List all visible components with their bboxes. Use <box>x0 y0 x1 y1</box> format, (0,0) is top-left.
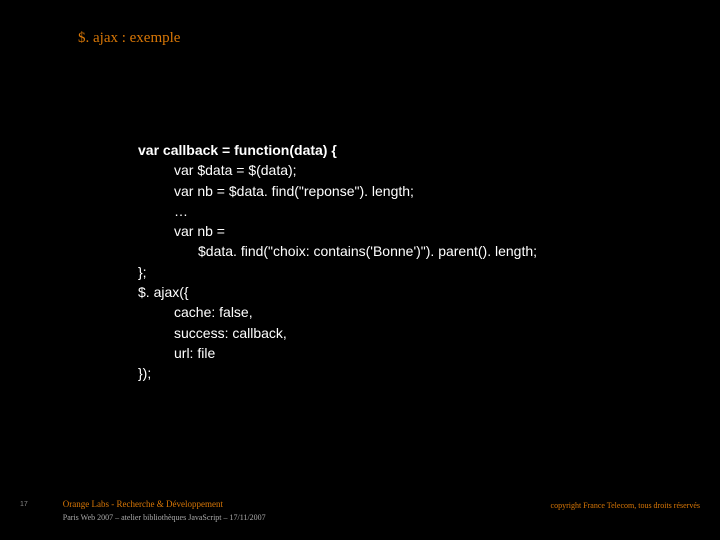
footer-left: 17 Orange Labs - Recherche & Développeme… <box>20 499 266 522</box>
code-line: cache: false, <box>138 302 537 322</box>
footer-copyright: copyright France Telecom, tous droits ré… <box>551 501 700 510</box>
code-block: var callback = function(data) { var $dat… <box>138 140 537 384</box>
footer: 17 Orange Labs - Recherche & Développeme… <box>0 499 720 522</box>
code-line: var nb = <box>138 221 537 241</box>
code-line: success: callback, <box>138 323 537 343</box>
code-line: $data. find("choix: contains('Bonne')").… <box>138 241 537 261</box>
code-line: url: file <box>138 343 537 363</box>
code-line: $. ajax({ <box>138 282 537 302</box>
code-line: … <box>138 201 537 221</box>
slide-title: $. ajax : exemple <box>78 30 180 47</box>
code-line: var callback = function(data) { <box>138 140 537 160</box>
code-line: var nb = $data. find("reponse"). length; <box>138 181 537 201</box>
code-line: }; <box>138 262 537 282</box>
code-line: }); <box>138 363 537 383</box>
footer-event: Paris Web 2007 – atelier bibliothèques J… <box>63 513 266 522</box>
footer-text-block: Orange Labs - Recherche & Développement … <box>63 499 266 522</box>
footer-org: Orange Labs - Recherche & Développement <box>63 499 266 509</box>
code-line: var $data = $(data); <box>138 160 537 180</box>
page-number: 17 <box>20 501 28 508</box>
